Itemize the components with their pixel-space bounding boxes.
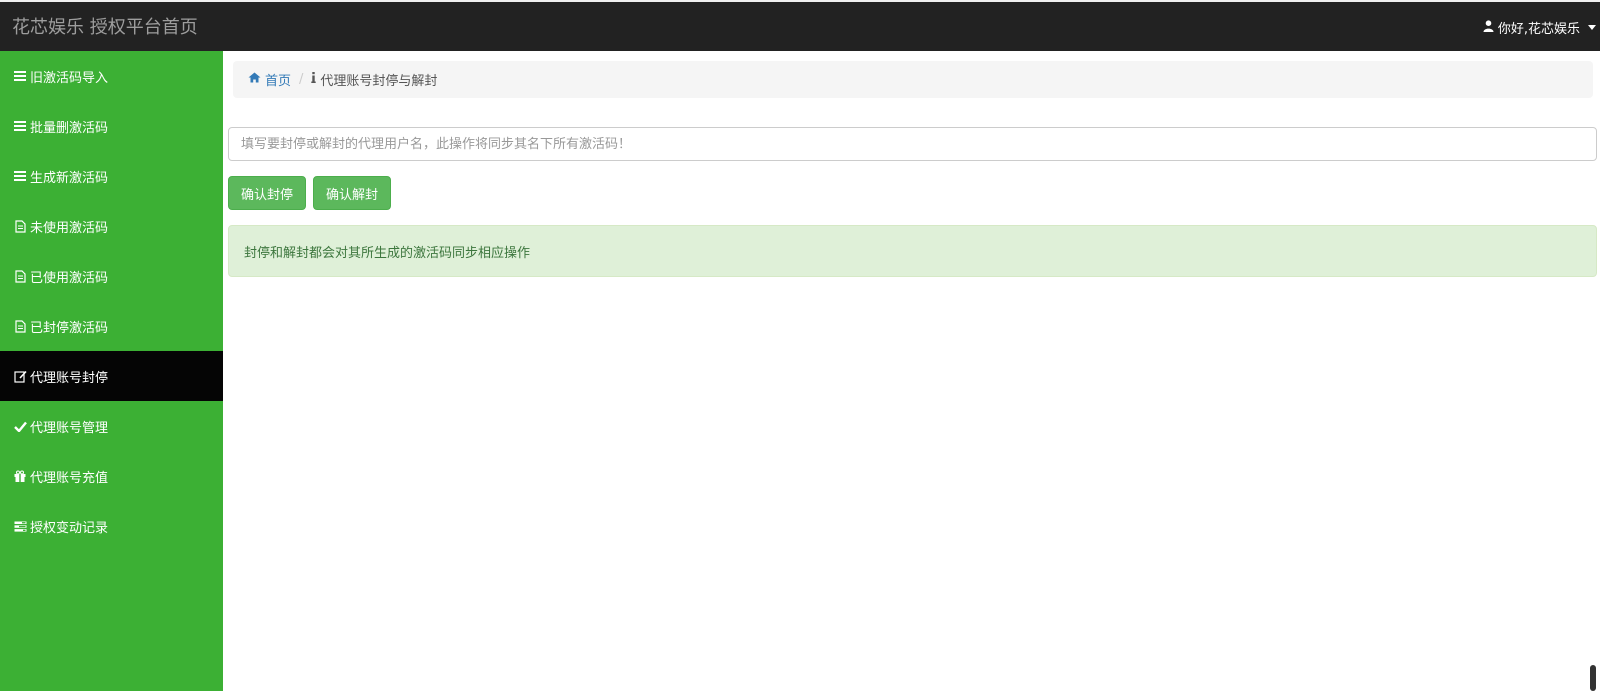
main-content: 首页 / 代理账号封停与解封 确认封停 确认解封 封停和解封都会对其所生成的激活… [223, 51, 1600, 691]
user-menu[interactable]: 你好,花芯娱乐 [1483, 18, 1596, 37]
file-icon [12, 219, 28, 233]
agent-username-input[interactable] [228, 127, 1597, 161]
top-navbar: 花芯娱乐 授权平台首页 你好,花芯娱乐 [0, 0, 1600, 51]
breadcrumb-current: 代理账号封停与解封 [311, 70, 437, 89]
sidebar-item-label: 批量删激活码 [30, 120, 109, 136]
confirm-unban-button[interactable]: 确认解封 [313, 176, 392, 210]
sidebar-item-label: 旧激活码导入 [30, 70, 109, 86]
sidebar: 旧激活码导入 批量删激活码 生成新激活码 未使用激活码 已使用激活码 已封停激活… [0, 51, 223, 691]
user-greeting: 你好,花芯娱乐 [1497, 22, 1580, 37]
list-icon [12, 71, 28, 81]
brand-title[interactable]: 花芯娱乐 授权平台首页 [12, 13, 198, 39]
alert-message: 封停和解封都会对其所生成的激活码同步相应操作 [244, 245, 531, 261]
home-icon [248, 72, 261, 87]
sidebar-item-generate-codes[interactable]: 生成新激活码 [0, 151, 223, 201]
info-alert: 封停和解封都会对其所生成的激活码同步相应操作 [228, 225, 1597, 277]
list-icon [12, 121, 28, 131]
gift-icon [12, 470, 28, 482]
sidebar-item-batch-delete-codes[interactable]: 批量删激活码 [0, 101, 223, 151]
sidebar-item-agent-ban[interactable]: 代理账号封停 [0, 351, 223, 401]
sidebar-item-auth-log[interactable]: 授权变动记录 [0, 501, 223, 551]
sidebar-item-agent-manage[interactable]: 代理账号管理 [0, 401, 223, 451]
user-icon [1483, 19, 1494, 36]
sidebar-item-label: 代理账号充值 [30, 470, 109, 486]
edit-icon [12, 370, 28, 383]
breadcrumb-separator: / [299, 72, 304, 87]
sidebar-item-label: 授权变动记录 [30, 520, 109, 536]
sidebar-item-used-codes[interactable]: 已使用激活码 [0, 251, 223, 301]
tasks-icon [12, 521, 28, 532]
check-icon [12, 421, 28, 432]
confirm-ban-button[interactable]: 确认封停 [228, 176, 307, 210]
chevron-down-icon [1588, 25, 1596, 30]
sidebar-item-unused-codes[interactable]: 未使用激活码 [0, 201, 223, 251]
file-icon [12, 319, 28, 333]
list-icon [12, 171, 28, 181]
sidebar-item-label: 代理账号管理 [30, 420, 109, 436]
breadcrumb-current-label: 代理账号封停与解封 [320, 74, 438, 89]
scrollbar-thumb[interactable] [1590, 665, 1596, 691]
sidebar-item-import-old-codes[interactable]: 旧激活码导入 [0, 51, 223, 101]
sidebar-item-agent-recharge[interactable]: 代理账号充值 [0, 451, 223, 501]
sidebar-item-label: 已封停激活码 [30, 320, 109, 336]
breadcrumb-home-label: 首页 [265, 74, 292, 89]
file-icon [12, 269, 28, 283]
info-icon [311, 72, 317, 87]
breadcrumb: 首页 / 代理账号封停与解封 [233, 61, 1593, 98]
sidebar-item-label: 生成新激活码 [30, 170, 109, 186]
sidebar-item-label: 未使用激活码 [30, 220, 109, 236]
sidebar-item-label: 已使用激活码 [30, 270, 109, 286]
sidebar-item-banned-codes[interactable]: 已封停激活码 [0, 301, 223, 351]
sidebar-item-label: 代理账号封停 [30, 370, 109, 386]
breadcrumb-home-link[interactable]: 首页 [248, 70, 291, 89]
